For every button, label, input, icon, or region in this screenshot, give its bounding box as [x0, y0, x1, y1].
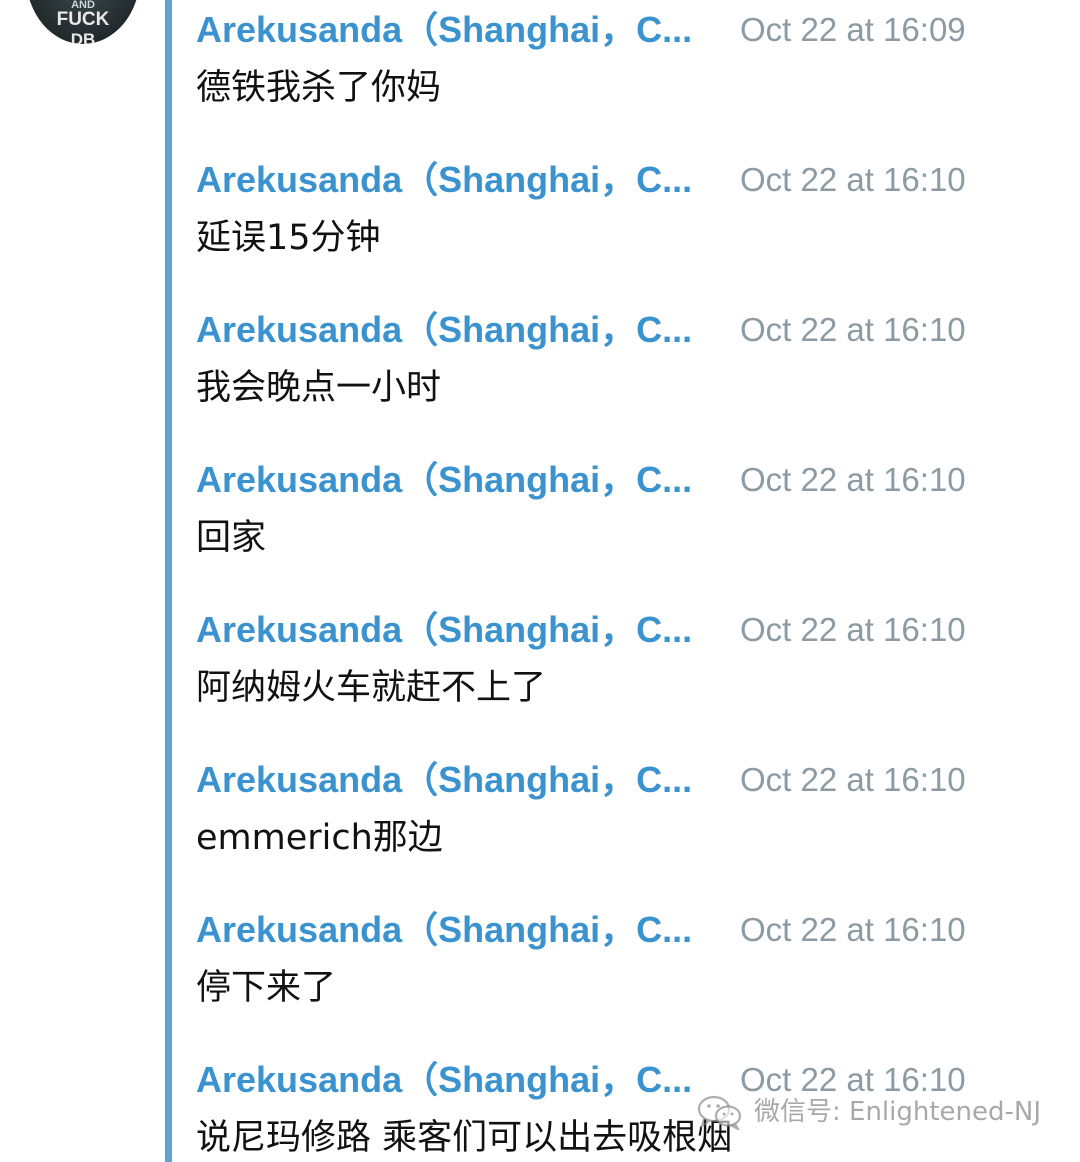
message-timestamp: Oct 22 at 16:10: [740, 761, 966, 798]
message-timestamp: Oct 22 at 16:10: [740, 161, 966, 198]
sender-name[interactable]: Arekusanda（Shanghai，C...: [196, 608, 722, 652]
message-header: Arekusanda（Shanghai，C... Oct 22 at 16:10: [196, 458, 1056, 502]
message-item[interactable]: Arekusanda（Shanghai，C... Oct 22 at 16:10…: [196, 750, 1056, 900]
message-group-bar: [165, 0, 172, 1162]
sender-name[interactable]: Arekusanda（Shanghai，C...: [196, 1058, 722, 1102]
message-timestamp: Oct 22 at 16:10: [740, 311, 966, 348]
avatar-text-line2: FUCK: [56, 9, 110, 30]
avatar[interactable]: AND FUCK DB: [26, 0, 140, 44]
avatar-text-line3: DB: [70, 30, 96, 44]
sender-name[interactable]: Arekusanda（Shanghai，C...: [196, 458, 722, 502]
message-text: 延误15分钟: [196, 218, 381, 258]
message-item[interactable]: Arekusanda（Shanghai，C... Oct 22 at 16:10…: [196, 450, 1056, 600]
message-header: Arekusanda（Shanghai，C... Oct 22 at 16:10: [196, 908, 1056, 952]
message-header: Arekusanda（Shanghai，C... Oct 22 at 16:10: [196, 608, 1056, 652]
message-item[interactable]: Arekusanda（Shanghai，C... Oct 22 at 16:10…: [196, 600, 1056, 750]
message-text: 回家: [196, 518, 267, 558]
message-item[interactable]: Arekusanda（Shanghai，C... Oct 22 at 16:10…: [196, 150, 1056, 300]
message-text: 停下来了: [196, 968, 337, 1008]
watermark-text: 微信号: Enlightened-NJ: [754, 1097, 1042, 1127]
sender-name[interactable]: Arekusanda（Shanghai，C...: [196, 908, 722, 952]
message-header: Arekusanda（Shanghai，C... Oct 22 at 16:10: [196, 758, 1056, 802]
message-header: Arekusanda（Shanghai，C... Oct 22 at 16:10: [196, 158, 1056, 202]
sender-name[interactable]: Arekusanda（Shanghai，C...: [196, 758, 722, 802]
message-timestamp: Oct 22 at 16:09: [740, 11, 966, 48]
sender-name[interactable]: Arekusanda（Shanghai，C...: [196, 8, 722, 52]
message-item[interactable]: Arekusanda（Shanghai，C... Oct 22 at 16:09…: [196, 0, 1056, 150]
sender-name[interactable]: Arekusanda（Shanghai，C...: [196, 158, 722, 202]
message-timestamp: Oct 22 at 16:10: [740, 911, 966, 948]
message-item[interactable]: Arekusanda（Shanghai，C... Oct 22 at 16:10…: [196, 900, 1056, 1050]
wechat-icon: [697, 1095, 742, 1130]
message-text: 阿纳姆火车就赶不上了: [196, 668, 547, 708]
message-text: emmerich那边: [196, 818, 443, 858]
message-timestamp: Oct 22 at 16:10: [740, 461, 966, 498]
message-text: 德铁我杀了你妈: [196, 68, 442, 108]
message-timestamp: Oct 22 at 16:10: [740, 611, 966, 648]
message-header: Arekusanda（Shanghai，C... Oct 22 at 16:09: [196, 8, 1056, 52]
sender-name[interactable]: Arekusanda（Shanghai，C...: [196, 308, 722, 352]
message-item[interactable]: Arekusanda（Shanghai，C... Oct 22 at 16:10…: [196, 300, 1056, 450]
message-text: 我会晚点一小时: [196, 368, 442, 408]
message-header: Arekusanda（Shanghai，C... Oct 22 at 16:10: [196, 308, 1056, 352]
